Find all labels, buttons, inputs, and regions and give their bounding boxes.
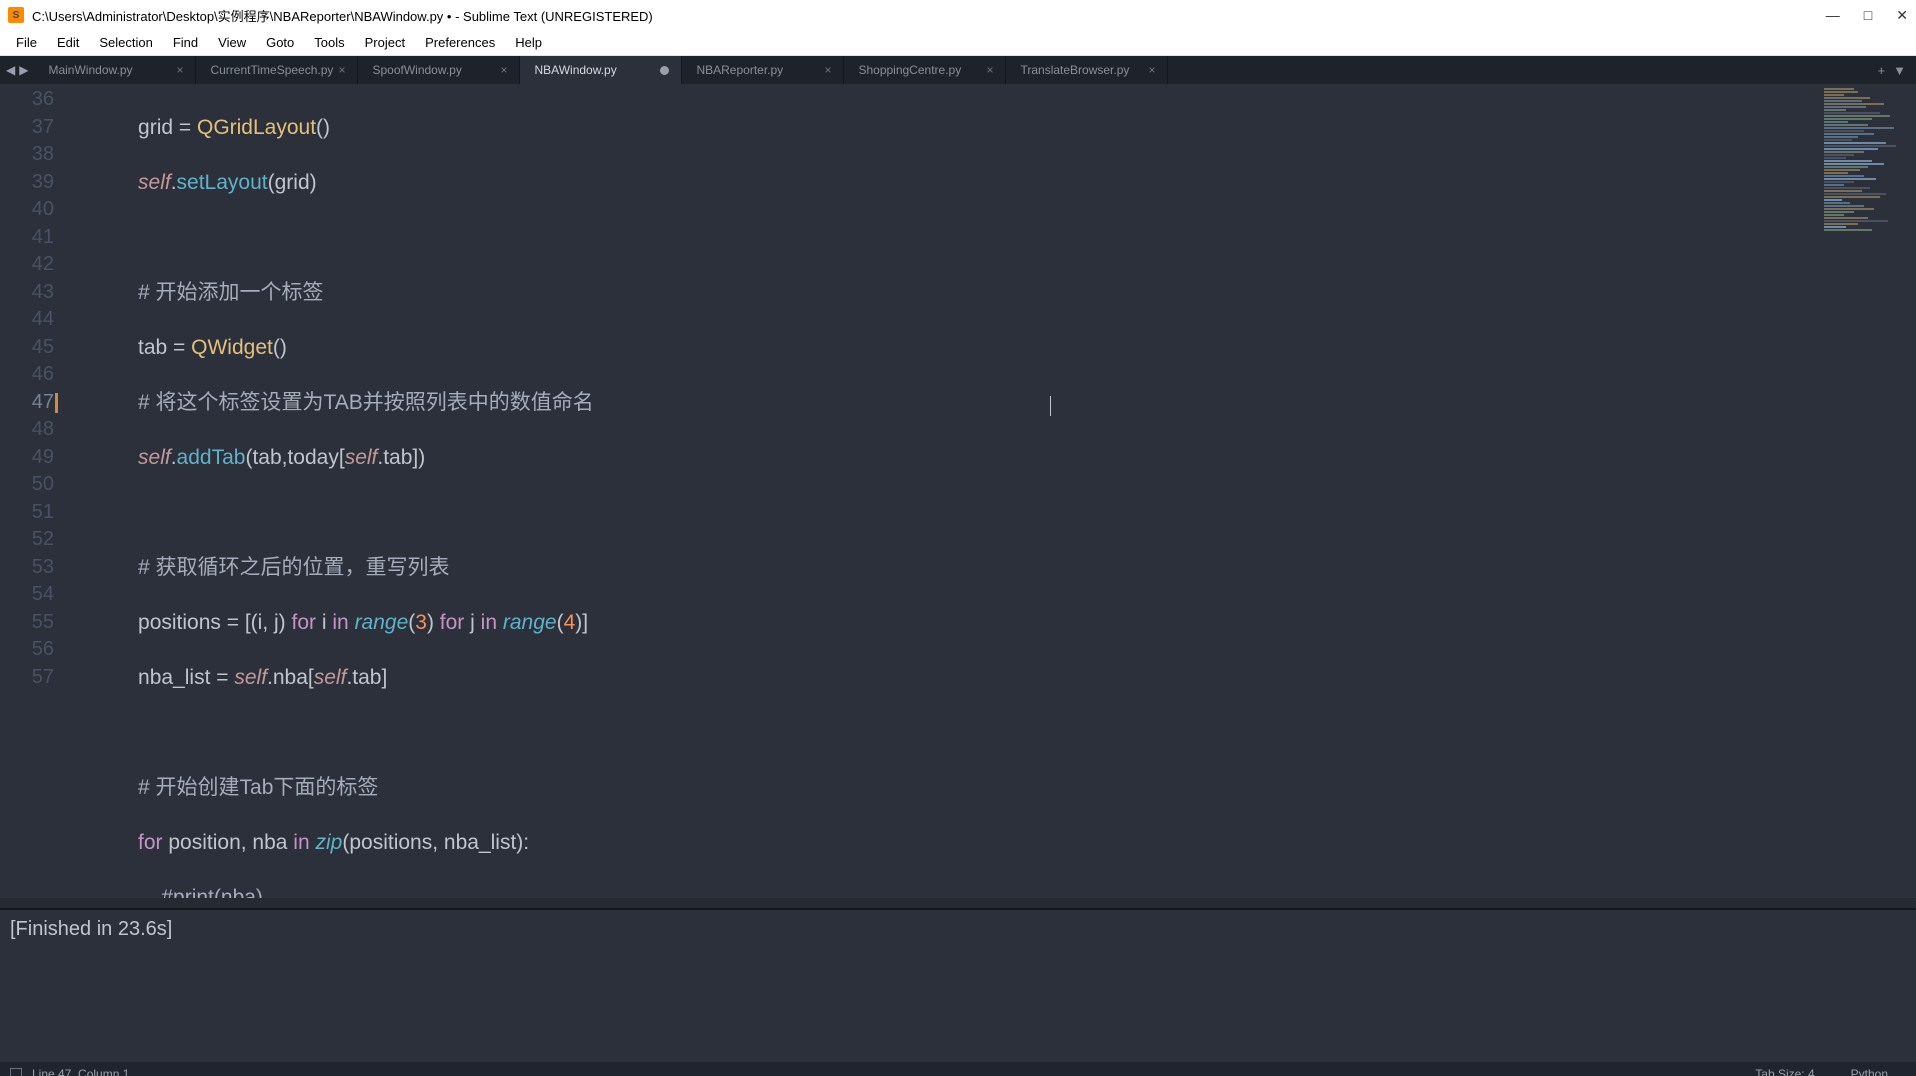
menu-goto[interactable]: Goto	[256, 32, 304, 53]
tab-label: MainWindow.py	[48, 63, 132, 77]
line-number[interactable]: 38	[0, 141, 54, 169]
line-number[interactable]: 41	[0, 224, 54, 252]
status-bar: Line 47, Column 1 Tab Size: 4 Python	[0, 1062, 1916, 1076]
new-tab-icon[interactable]: +	[1878, 63, 1886, 78]
code-editor[interactable]: grid = QGridLayout() self.setLayout(grid…	[68, 84, 1821, 898]
line-number[interactable]: 50	[0, 471, 54, 499]
tab-close-icon[interactable]: ×	[824, 63, 831, 77]
status-language[interactable]: Python	[1833, 1067, 1906, 1076]
build-output-panel[interactable]: [Finished in 23.6s]	[0, 908, 1916, 1062]
window-maximize-button[interactable]: □	[1864, 7, 1872, 24]
nav-back-icon[interactable]: ◀	[6, 63, 15, 77]
line-number[interactable]: 54	[0, 581, 54, 609]
modified-dot-icon	[660, 66, 669, 75]
tab-mainwindow-py[interactable]: MainWindow.py ×	[34, 56, 196, 84]
line-number[interactable]: 44	[0, 306, 54, 334]
tab-label: NBAReporter.py	[696, 63, 783, 77]
tab-label: ShoppingCentre.py	[858, 63, 961, 77]
minimap[interactable]	[1821, 84, 1916, 898]
code-token: grid	[138, 116, 173, 139]
console-line: [Finished in 23.6s]	[10, 918, 1906, 941]
line-number[interactable]: 48	[0, 416, 54, 444]
horizontal-scrollbar[interactable]	[0, 898, 1916, 908]
tab-close-icon[interactable]: ×	[1148, 63, 1155, 77]
line-number[interactable]: 49	[0, 444, 54, 472]
nav-forward-icon[interactable]: ▶	[19, 63, 28, 77]
menu-bar: File Edit Selection Find View Goto Tools…	[0, 30, 1916, 56]
text-cursor-icon	[1050, 396, 1051, 416]
menu-help[interactable]: Help	[505, 32, 552, 53]
line-number[interactable]: 40	[0, 196, 54, 224]
line-number[interactable]: 52	[0, 526, 54, 554]
tab-nbareporter-py[interactable]: NBAReporter.py ×	[682, 56, 844, 84]
line-number[interactable]: 46	[0, 361, 54, 389]
menu-file[interactable]: File	[6, 32, 47, 53]
menu-view[interactable]: View	[208, 32, 256, 53]
window-title: C:\Users\Administrator\Desktop\实例程序\NBAR…	[32, 6, 1826, 25]
line-number[interactable]: 36	[0, 86, 54, 114]
status-cursor-position: Line 47, Column 1	[32, 1067, 129, 1076]
menu-preferences[interactable]: Preferences	[415, 32, 505, 53]
tab-translatebrowser-py[interactable]: TranslateBrowser.py ×	[1006, 56, 1168, 84]
menu-selection[interactable]: Selection	[89, 32, 162, 53]
line-number[interactable]: 51	[0, 499, 54, 527]
panel-toggle-icon[interactable]	[10, 1068, 22, 1076]
tab-spoofwindow-py[interactable]: SpoofWindow.py ×	[358, 56, 520, 84]
line-number[interactable]: 43	[0, 279, 54, 307]
current-line-marker-icon	[55, 393, 58, 413]
line-number[interactable]: 42	[0, 251, 54, 279]
tab-close-icon[interactable]: ×	[986, 63, 993, 77]
menu-tools[interactable]: Tools	[304, 32, 354, 53]
menu-edit[interactable]: Edit	[47, 32, 89, 53]
app-icon: S	[8, 7, 24, 23]
line-number[interactable]: 55	[0, 609, 54, 637]
line-number[interactable]: 37	[0, 114, 54, 142]
tab-label: SpoofWindow.py	[372, 63, 461, 77]
tab-label: NBAWindow.py	[534, 63, 616, 77]
line-number[interactable]: 39	[0, 169, 54, 197]
tab-close-icon[interactable]: ×	[500, 63, 507, 77]
tab-menu-icon[interactable]: ▼	[1893, 63, 1906, 78]
window-minimize-button[interactable]: —	[1826, 7, 1840, 24]
tab-close-icon[interactable]: ×	[338, 63, 345, 77]
line-number[interactable]: 53	[0, 554, 54, 582]
tab-shoppingcentre-py[interactable]: ShoppingCentre.py ×	[844, 56, 1006, 84]
menu-project[interactable]: Project	[355, 32, 415, 53]
line-gutter[interactable]: 3637383940414243444546474849505152535455…	[0, 84, 68, 898]
line-number[interactable]: 56	[0, 636, 54, 664]
tab-label: TranslateBrowser.py	[1020, 63, 1129, 77]
line-number[interactable]: 57	[0, 664, 54, 692]
line-number[interactable]: 47	[0, 389, 54, 417]
tab-row: ◀ ▶ MainWindow.py×CurrentTimeSpeech.py×S…	[0, 56, 1916, 84]
tab-currenttimespeech-py[interactable]: CurrentTimeSpeech.py ×	[196, 56, 358, 84]
tab-nbawindow-py[interactable]: NBAWindow.py	[520, 56, 682, 84]
window-close-button[interactable]: ✕	[1896, 7, 1908, 24]
tab-label: CurrentTimeSpeech.py	[210, 63, 333, 77]
window-titlebar: S C:\Users\Administrator\Desktop\实例程序\NB…	[0, 0, 1916, 30]
line-number[interactable]: 45	[0, 334, 54, 362]
status-tab-size[interactable]: Tab Size: 4	[1737, 1067, 1832, 1076]
menu-find[interactable]: Find	[163, 32, 208, 53]
tab-close-icon[interactable]: ×	[176, 63, 183, 77]
